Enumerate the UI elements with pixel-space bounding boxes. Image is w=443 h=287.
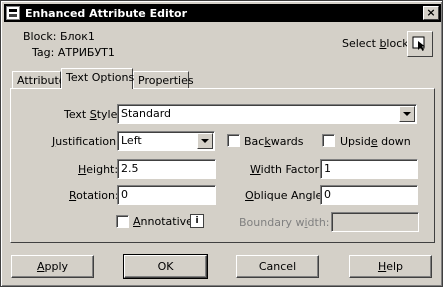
text-style-value: Standard [121, 107, 172, 120]
apply-button[interactable]: Apply [11, 255, 94, 278]
chevron-down-icon[interactable] [197, 133, 213, 149]
title-bar[interactable]: Enhanced Attribute Editor × [4, 4, 441, 22]
justification-value: Left [121, 134, 142, 147]
backwards-checkbox[interactable] [227, 134, 240, 147]
tab-attribute[interactable]: Attribute [12, 71, 66, 89]
rotation-label: Rotation: [69, 189, 119, 202]
boundary-width-label: Boundary width: [239, 216, 330, 229]
annotative-label: Annotative [133, 215, 193, 228]
cancel-button[interactable]: Cancel [236, 255, 319, 278]
app-icon [6, 6, 20, 20]
window-title: Enhanced Attribute Editor [25, 6, 187, 20]
oblique-angle-label: Oblique Angle: [245, 189, 326, 202]
select-block-button[interactable] [407, 31, 433, 57]
chevron-down-icon[interactable] [399, 106, 415, 122]
rotation-input[interactable]: 0 [117, 185, 216, 205]
attribute-editor-window: Enhanced Attribute Editor × Block: Блок1… [0, 0, 443, 287]
tag-label: Tag: АТРИБУТ1 [32, 46, 115, 59]
block-label: Block: Блок1 [23, 30, 95, 43]
oblique-angle-input[interactable]: 0 [320, 185, 418, 205]
info-icon[interactable]: i [190, 214, 204, 228]
justification-label: Justification: [52, 135, 120, 148]
justification-dropdown[interactable]: Left [117, 131, 215, 151]
ok-button[interactable]: OK [123, 254, 208, 279]
select-block-icon [412, 36, 425, 51]
upside-down-checkbox[interactable] [322, 134, 335, 147]
upside-down-label: Upside down [340, 135, 411, 148]
annotative-checkbox[interactable] [116, 215, 129, 228]
select-block-label: Select block [342, 37, 409, 50]
text-style-label: Text Style: [64, 108, 122, 121]
tab-text-options[interactable]: Text Options [61, 68, 134, 89]
width-factor-label: Width Factor: [250, 163, 323, 176]
close-button[interactable]: × [423, 6, 439, 20]
tab-properties[interactable]: Properties [133, 71, 194, 89]
help-button[interactable]: Help [349, 255, 432, 278]
height-label: Height: [78, 163, 119, 176]
height-input[interactable]: 2.5 [117, 159, 216, 179]
backwards-label: Backwards [244, 135, 304, 148]
boundary-width-input [331, 212, 419, 232]
text-style-dropdown[interactable]: Standard [117, 104, 417, 124]
width-factor-input[interactable]: 1 [320, 159, 418, 179]
